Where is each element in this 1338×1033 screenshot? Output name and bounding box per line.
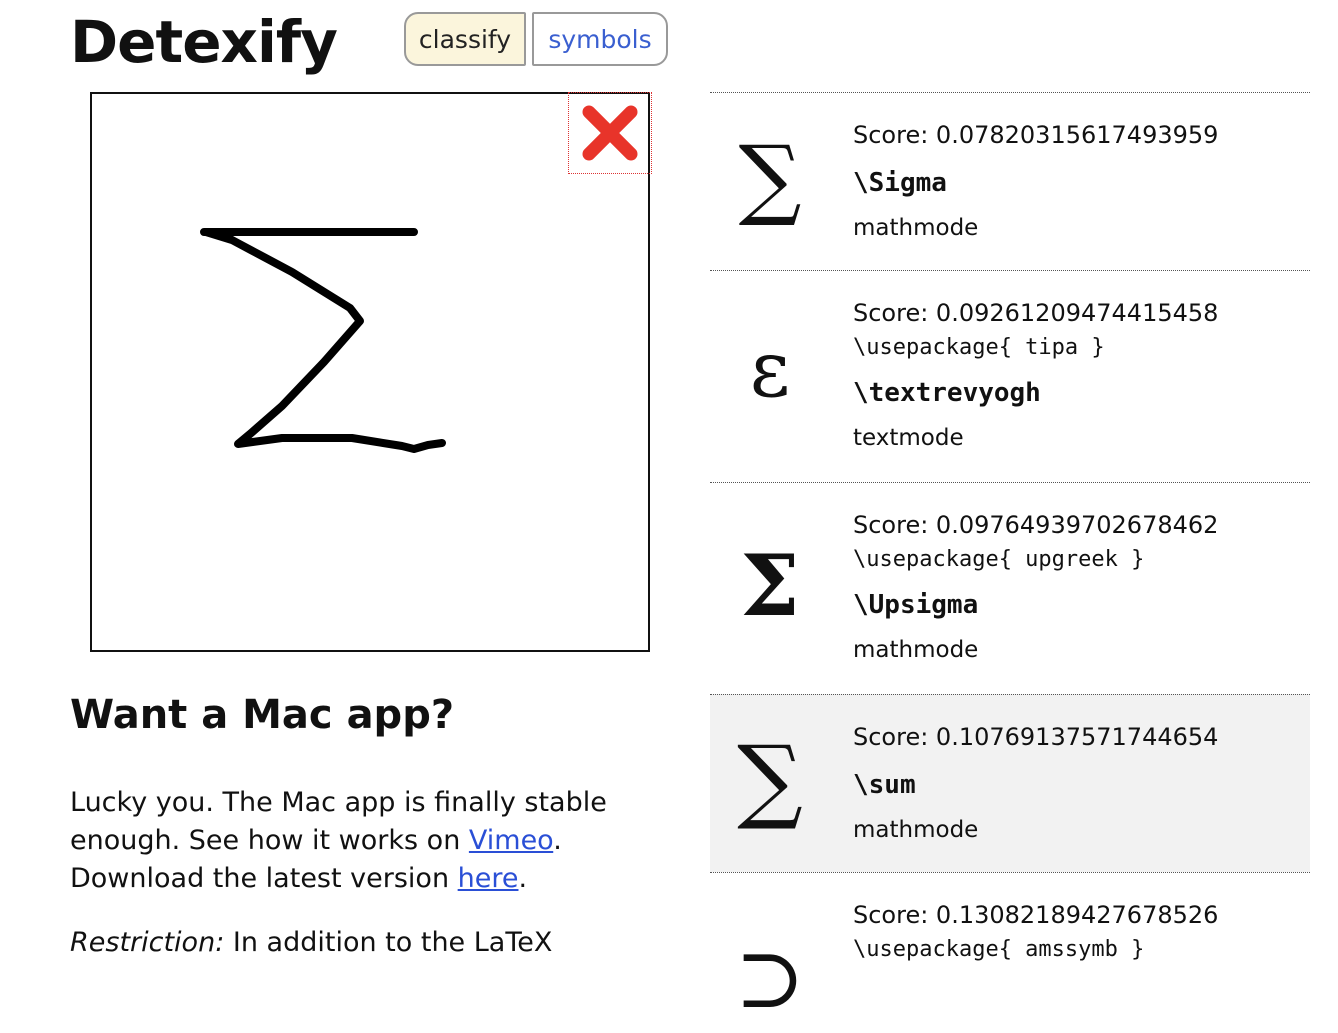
latex-command: \Upsigma (853, 590, 979, 620)
symbol-glyph: ∑ (737, 726, 803, 833)
latex-command: \sum (853, 770, 916, 800)
mac-app-text-3: . (518, 863, 528, 894)
download-here-link[interactable]: here (458, 863, 519, 894)
package-requirement: \usepackage{ tipa } (853, 335, 1105, 360)
package-requirement: \usepackage{ upgreek } (853, 547, 1145, 572)
latex-command: \Sigma (853, 168, 947, 198)
drawing-canvas[interactable] (90, 92, 652, 652)
restriction-label: Restriction: (70, 927, 225, 958)
vimeo-link[interactable]: Vimeo (469, 825, 553, 856)
results-list: ∑ Score: 0.07820315617493959 \Sigma math… (710, 92, 1310, 1027)
page-title: Detexify (70, 8, 338, 76)
symbol-mode: mathmode (853, 637, 979, 663)
symbols-tab[interactable]: symbols (532, 12, 668, 66)
symbol-mode: mathmode (853, 215, 979, 241)
symbol-glyph: Σ (740, 536, 800, 635)
close-icon (582, 105, 638, 161)
result-score: Score: 0.13082189427678526 (853, 901, 1219, 929)
result-item[interactable]: Σ Score: 0.09764939702678462 \usepackage… (710, 482, 1310, 694)
clear-canvas-button[interactable] (568, 92, 652, 174)
symbol-mode: textmode (853, 425, 964, 451)
symbol-glyph: ⊃ (734, 929, 806, 1027)
result-item[interactable]: ⊃ Score: 0.13082189427678526 \usepackage… (710, 872, 1310, 1027)
result-item[interactable]: ∑ Score: 0.10769137571744654 \sum mathmo… (710, 694, 1310, 872)
result-item[interactable]: ∑ Score: 0.07820315617493959 \Sigma math… (710, 92, 1310, 270)
result-score: Score: 0.10769137571744654 (853, 723, 1219, 751)
symbol-glyph: ɛ (749, 325, 791, 415)
latex-command: \textrevyogh (853, 378, 1041, 408)
symbol-glyph: ∑ (738, 126, 802, 229)
restriction-text: Restriction: In addition to the LaTeX (70, 924, 670, 962)
symbol-mode: mathmode (853, 817, 979, 843)
result-score: Score: 0.09764939702678462 (853, 511, 1219, 539)
mac-app-description: Lucky you. The Mac app is finally stable… (70, 784, 670, 898)
mac-app-heading: Want a Mac app? (70, 692, 455, 738)
sigma-stroke-drawing (200, 228, 446, 453)
restriction-body: In addition to the LaTeX (224, 927, 553, 958)
result-score: Score: 0.07820315617493959 (853, 121, 1219, 149)
classify-tab[interactable]: classify (404, 12, 526, 66)
result-score: Score: 0.09261209474415458 (853, 299, 1219, 327)
result-item[interactable]: ɛ Score: 0.09261209474415458 \usepackage… (710, 270, 1310, 482)
